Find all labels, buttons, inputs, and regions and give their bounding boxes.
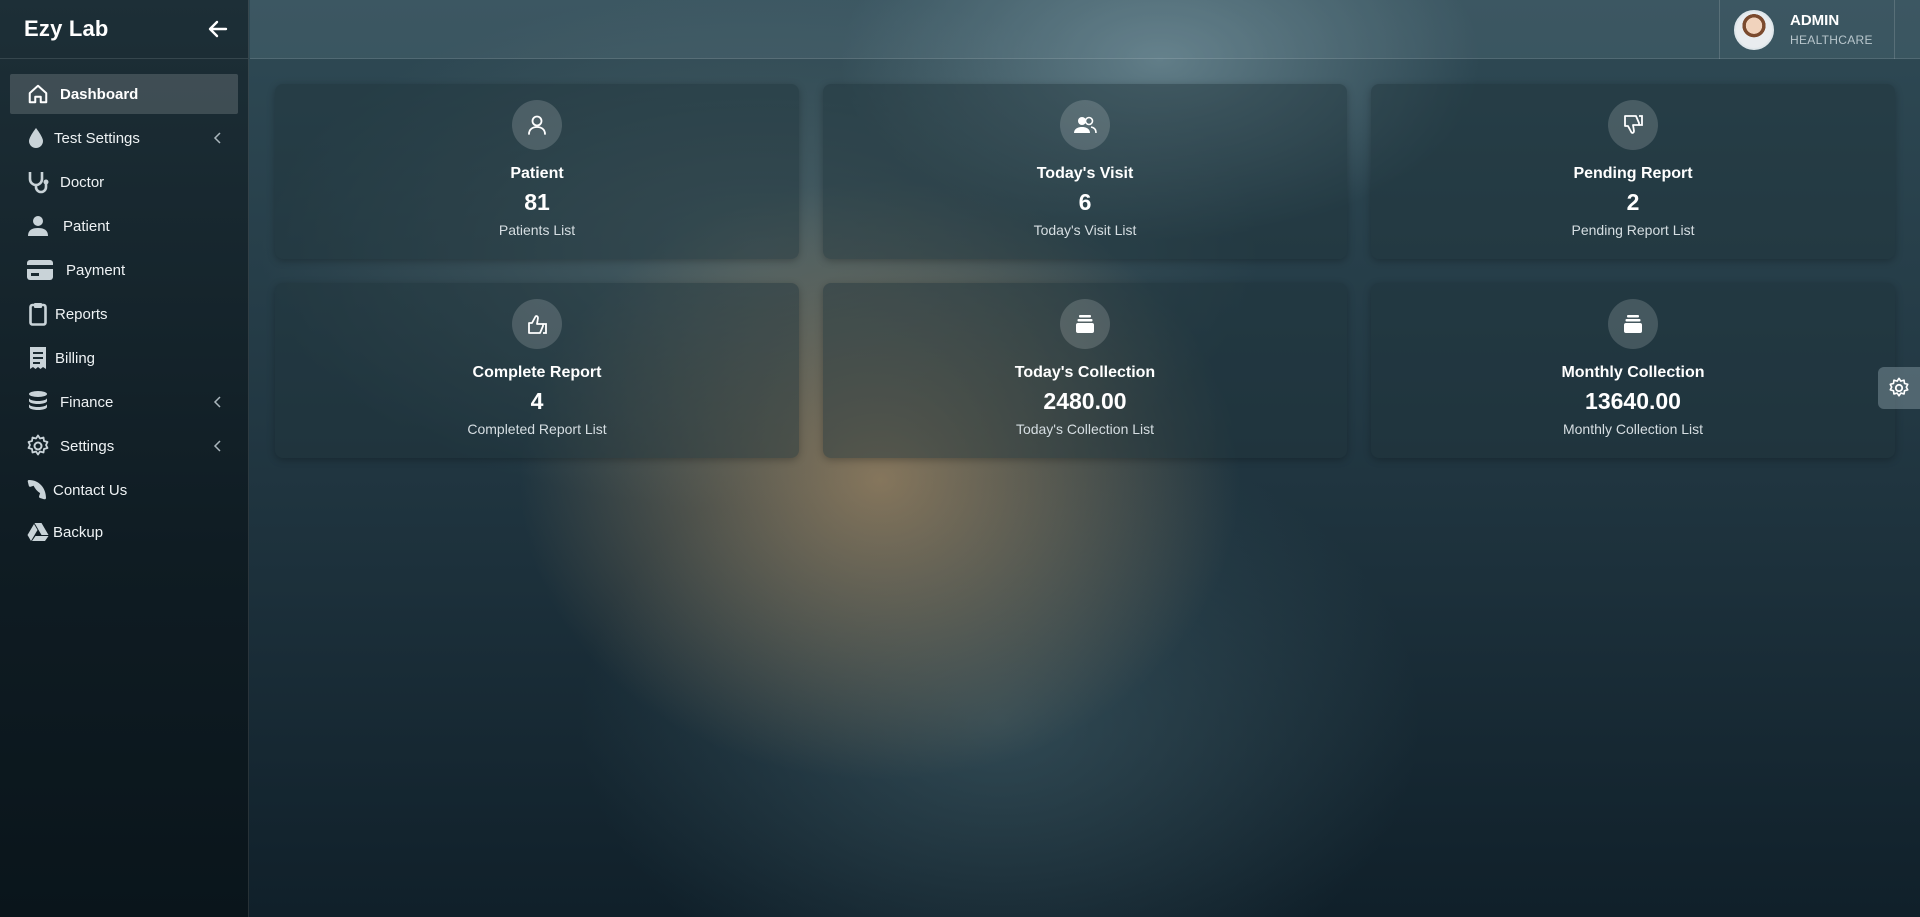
clipboard-icon — [26, 302, 50, 326]
sidebar-item-label: Backup — [53, 523, 104, 541]
theme-settings-button[interactable] — [1878, 367, 1920, 409]
thumbs-up-icon — [512, 299, 562, 349]
user-menu[interactable]: ADMIN HEALTHCARE — [1719, 0, 1895, 59]
topbar: ADMIN HEALTHCARE — [250, 0, 1920, 59]
card-link[interactable]: Completed Report List — [275, 421, 799, 437]
card-title: Today's Visit — [1036, 165, 1134, 182]
home-icon — [26, 82, 50, 106]
sidebar-item-label: Settings — [60, 437, 115, 455]
coins-icon — [26, 390, 50, 414]
user-outline-icon — [512, 100, 562, 150]
sidebar-nav: Dashboard Test Settings Doctor Patient P… — [0, 59, 248, 552]
sidebar-item-backup[interactable]: Backup — [10, 512, 238, 552]
collapse-sidebar-button[interactable] — [206, 17, 230, 41]
users-icon — [1060, 100, 1110, 150]
user-name: ADMIN — [1790, 12, 1840, 29]
sidebar-item-label: Finance — [60, 393, 114, 411]
app-title: Ezy Lab — [24, 16, 109, 41]
card-link[interactable]: Monthly Collection List — [1371, 421, 1895, 437]
sidebar-item-test-settings[interactable]: Test Settings — [10, 118, 238, 158]
stat-card-monthly-collection[interactable]: Monthly Collection 13640.00 Monthly Coll… — [1371, 283, 1895, 458]
card-title: Pending Report — [1573, 165, 1693, 182]
sidebar-item-settings[interactable]: Settings — [10, 426, 238, 466]
sidebar-item-label: Dashboard — [60, 85, 139, 103]
stat-card-todays-collection[interactable]: Today's Collection 2480.00 Today's Colle… — [823, 283, 1347, 458]
user-role: HEALTHCARE — [1790, 33, 1873, 47]
stethoscope-icon — [26, 170, 50, 194]
card-title: Patient — [510, 165, 564, 182]
sidebar-item-finance[interactable]: Finance — [10, 382, 238, 422]
user-icon — [26, 214, 50, 238]
sidebar-item-patient[interactable]: Patient — [10, 206, 238, 246]
sidebar-item-doctor[interactable]: Doctor — [10, 162, 238, 202]
avatar — [1734, 9, 1774, 50]
receipt-icon — [26, 346, 50, 370]
card-value: 2 — [1626, 189, 1640, 215]
sidebar: Ezy Lab Dashboard Test Settings Doctor P… — [0, 0, 249, 917]
chevron-left-icon — [210, 438, 224, 454]
stat-card-patient[interactable]: Patient 81 Patients List — [275, 84, 799, 259]
sidebar-item-reports[interactable]: Reports — [10, 294, 238, 334]
gear-icon — [1889, 377, 1909, 397]
sidebar-item-label: Billing — [55, 349, 96, 367]
chevron-left-icon — [210, 130, 224, 146]
card-title: Monthly Collection — [1561, 364, 1705, 381]
card-title: Today's Collection — [1014, 364, 1156, 381]
arrow-left-icon — [208, 20, 228, 38]
archive-icon — [1060, 299, 1110, 349]
card-title: Complete Report — [472, 364, 602, 381]
card-link[interactable]: Today's Visit List — [823, 222, 1347, 238]
thumbs-down-icon — [1608, 100, 1658, 150]
drop-icon — [24, 126, 48, 150]
stat-card-pending-report[interactable]: Pending Report 2 Pending Report List — [1371, 84, 1895, 259]
card-value: 4 — [530, 388, 544, 414]
google-drive-icon — [26, 520, 50, 544]
sidebar-item-label: Doctor — [60, 173, 105, 191]
user-info: ADMIN HEALTHCARE — [1790, 12, 1873, 47]
card-link[interactable]: Today's Collection List — [823, 421, 1347, 437]
phone-icon — [26, 478, 50, 502]
sidebar-item-billing[interactable]: Billing — [10, 338, 238, 378]
sidebar-item-label: Patient — [63, 217, 110, 235]
sidebar-item-label: Reports — [55, 305, 108, 323]
sidebar-item-dashboard[interactable]: Dashboard — [10, 74, 238, 114]
gear-icon — [26, 434, 50, 458]
sidebar-item-label: Payment — [66, 261, 126, 279]
brand-header: Ezy Lab — [0, 0, 248, 59]
card-value: 13640.00 — [1585, 388, 1681, 414]
card-value: 81 — [524, 189, 550, 215]
stat-card-complete-report[interactable]: Complete Report 4 Completed Report List — [275, 283, 799, 458]
sidebar-item-payment[interactable]: Payment — [10, 250, 238, 290]
card-value: 6 — [1078, 189, 1092, 215]
credit-card-icon — [26, 258, 54, 282]
sidebar-item-label: Contact Us — [53, 481, 128, 499]
sidebar-item-label: Test Settings — [54, 129, 140, 147]
card-link[interactable]: Patients List — [275, 222, 799, 238]
stat-card-todays-visit[interactable]: Today's Visit 6 Today's Visit List — [823, 84, 1347, 259]
card-value: 2480.00 — [1043, 388, 1127, 414]
archive-icon — [1608, 299, 1658, 349]
chevron-left-icon — [210, 394, 224, 410]
sidebar-item-contact-us[interactable]: Contact Us — [10, 470, 238, 510]
card-link[interactable]: Pending Report List — [1371, 222, 1895, 238]
